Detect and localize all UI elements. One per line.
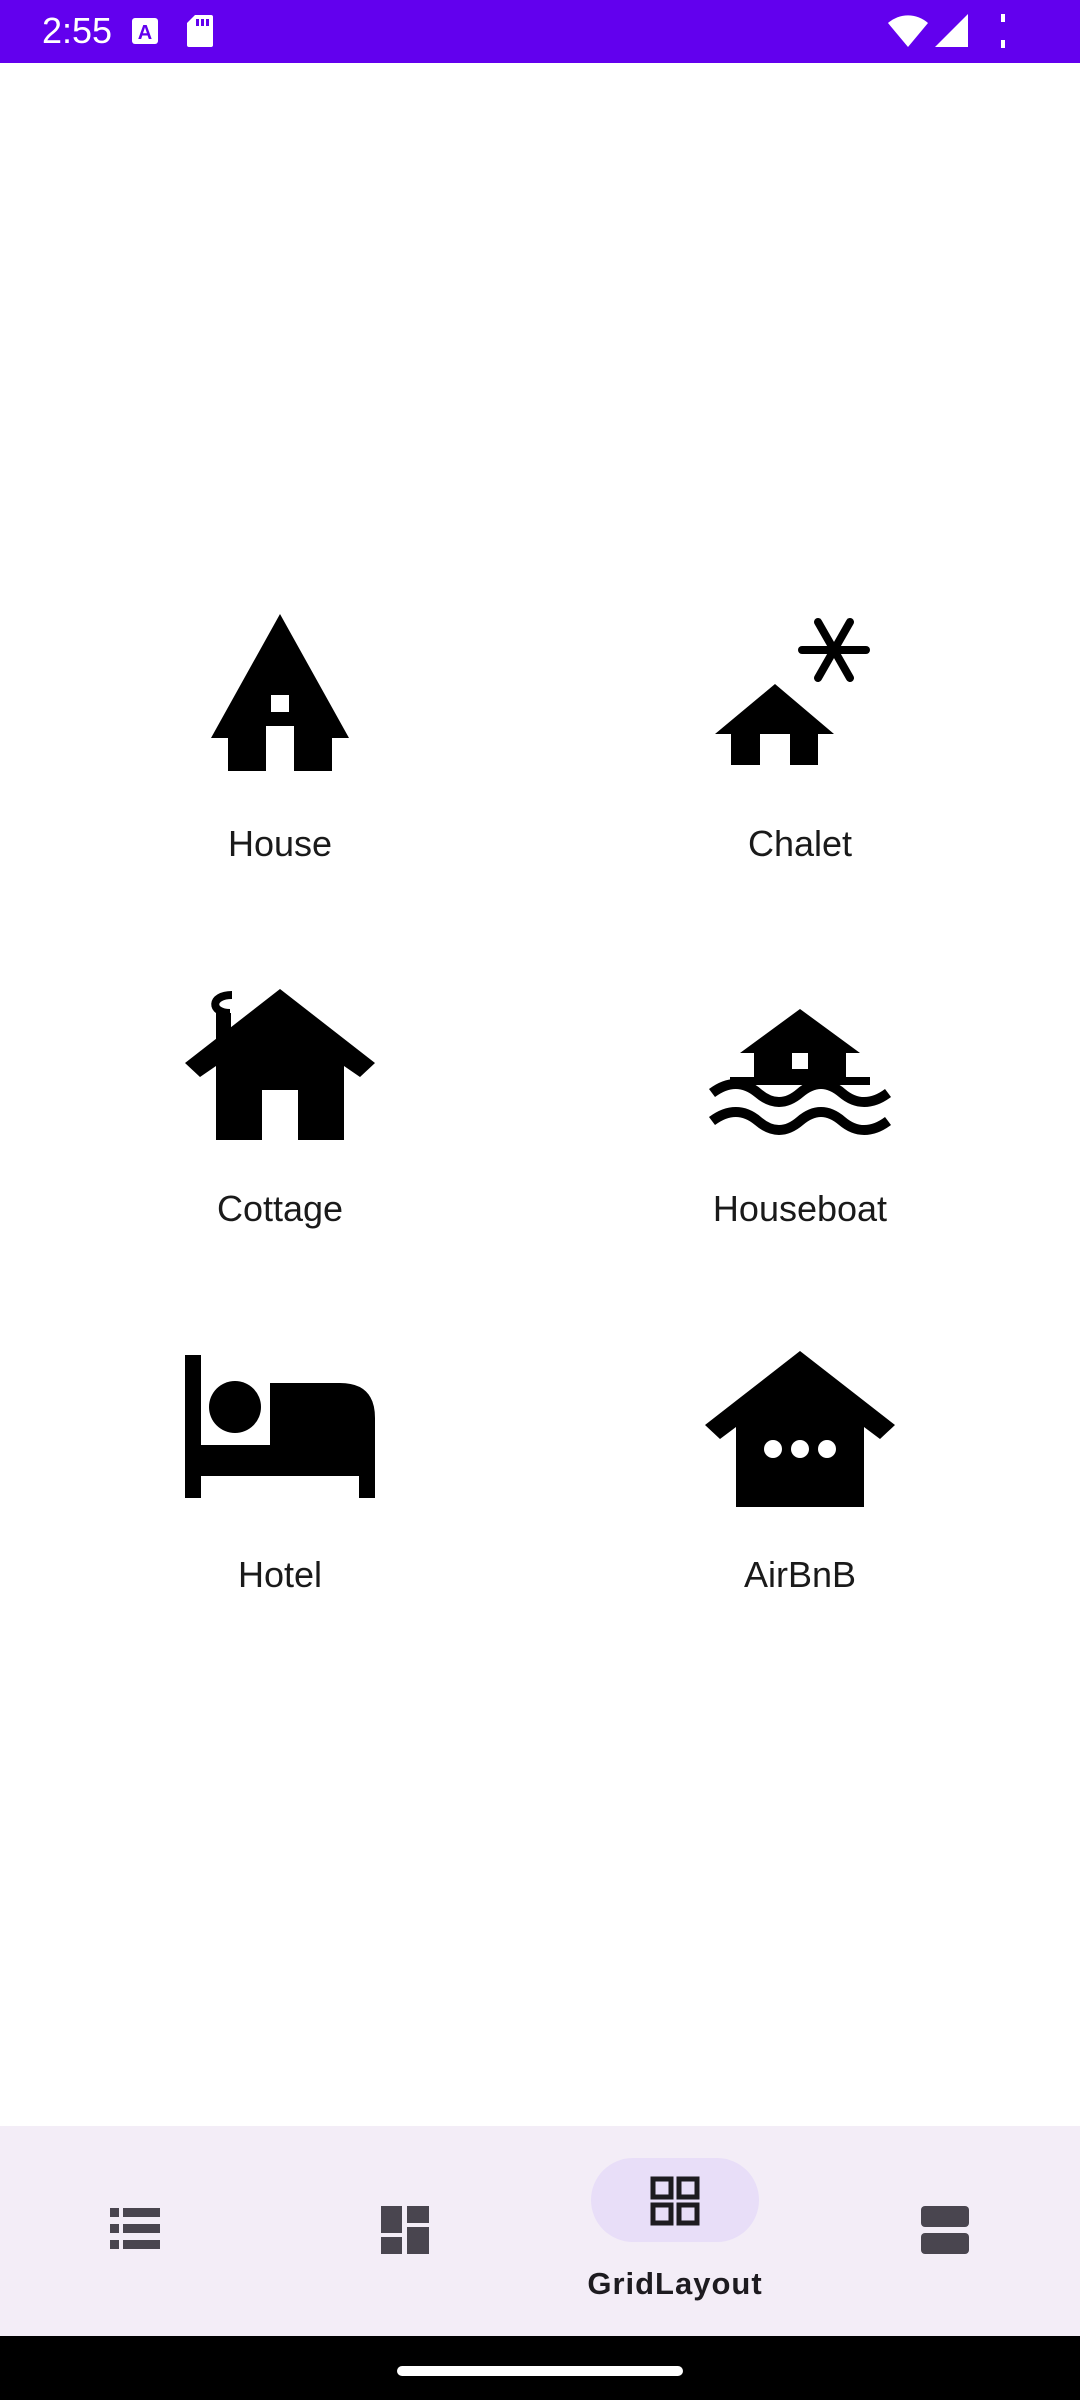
airbnb-icon (705, 1351, 895, 1507)
wifi-icon (888, 15, 928, 47)
grid-item-label: AirBnB (743, 1554, 857, 1595)
houseboat-icon (709, 1009, 891, 1135)
grid-item-chalet[interactable]: Chalet (540, 600, 1060, 890)
nav-item-agenda[interactable] (810, 2126, 1080, 2336)
grid-item-label: Houseboat (712, 1188, 888, 1229)
view-agenda-icon (921, 2206, 969, 2254)
home-gesture-handle[interactable] (397, 2366, 683, 2376)
grid-item-label: Cottage (216, 1188, 344, 1229)
grid-item-airbnb[interactable]: AirBnB (540, 1331, 1060, 1621)
a-notification-icon: A (132, 18, 158, 44)
sd-card-icon (187, 15, 213, 47)
nav-item-dashboard[interactable] (270, 2126, 540, 2336)
nav-label-gridlayout: GridLayout (587, 2266, 763, 2301)
grid-icon (650, 2176, 700, 2226)
grid-item-label: House (227, 823, 333, 864)
grid-item-hotel[interactable]: Hotel (20, 1331, 540, 1621)
nav-item-gridlayout[interactable]: GridLayout (540, 2126, 810, 2336)
grid-item-houseboat[interactable]: Houseboat (540, 965, 1060, 1255)
house-icon (211, 614, 349, 771)
grid-item-label: Hotel (237, 1554, 323, 1595)
grid-item-house[interactable]: House (20, 600, 540, 890)
svg-text:A: A (138, 22, 152, 44)
grid-item-label: Chalet (747, 823, 853, 864)
bottom-navigation: GridLayout (0, 2126, 1080, 2336)
list-icon (110, 2208, 160, 2249)
dashboard-icon (381, 2206, 429, 2254)
cottage-icon (185, 989, 375, 1140)
cell-signal-icon (935, 14, 968, 47)
grid-item-cottage[interactable]: Cottage (20, 965, 540, 1255)
status-time: 2:55 (42, 10, 113, 51)
chalet-icon (715, 618, 870, 765)
hotel-icon (185, 1355, 375, 1498)
battery-icon (1001, 14, 1005, 48)
status-bar: 2:55 A (0, 0, 1080, 63)
nav-item-list[interactable] (0, 2126, 270, 2336)
content-area: House Chalet Cottage Houseboat Hotel Air… (0, 63, 1080, 2127)
